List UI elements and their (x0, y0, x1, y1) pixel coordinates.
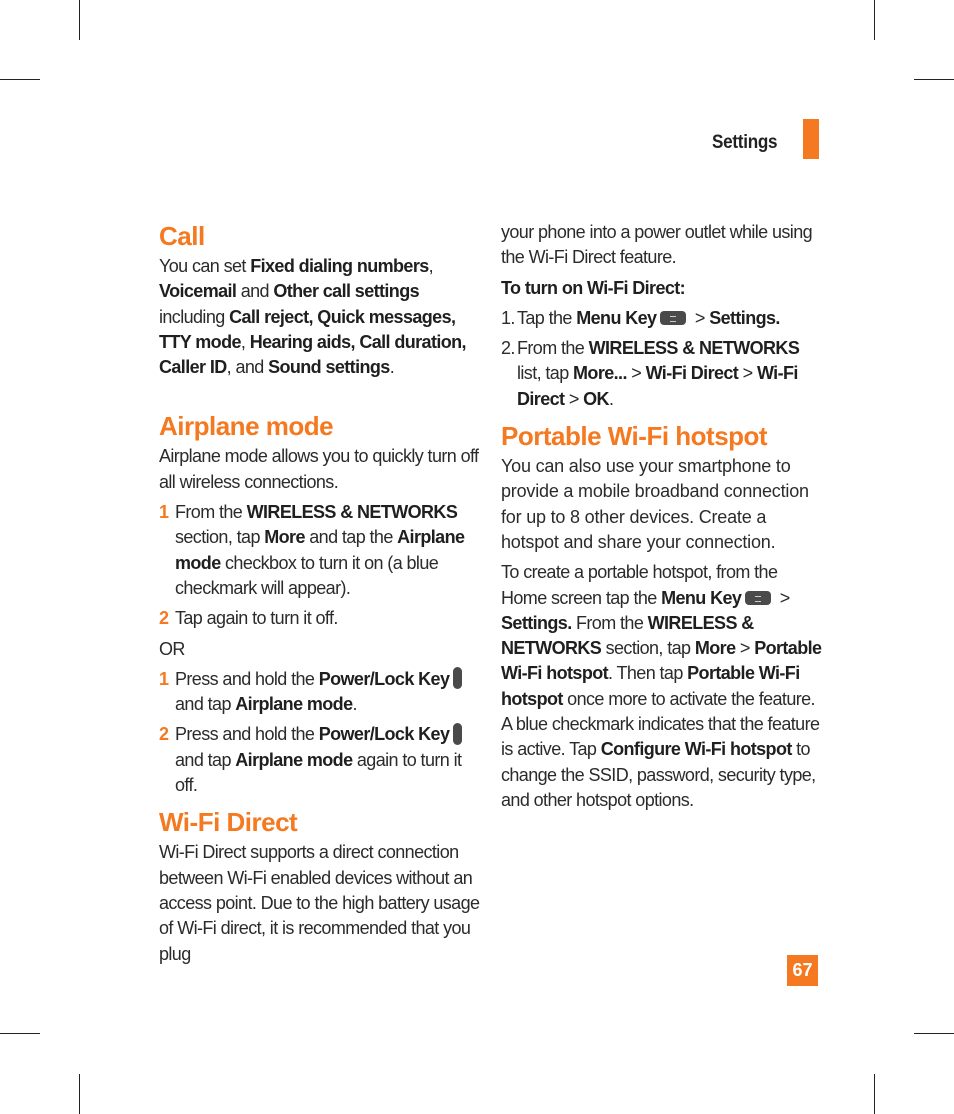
text: Tap again to turn it off. (175, 608, 338, 629)
text: > (775, 587, 791, 608)
bold-text: Sound settings (268, 357, 390, 378)
text: . (608, 388, 614, 409)
left-column: Call You can set Fixed dialing numbers, … (159, 220, 484, 967)
airplane-step-1: 1 From the WIRELESS & NETWORKS section, … (159, 500, 484, 601)
bold-text: Power/Lock Key (318, 668, 450, 689)
text: From the (175, 502, 247, 523)
airplane-step-2: 2 Tap again to turn it off. (159, 606, 484, 631)
text: Press and hold the (175, 724, 319, 745)
power-key-icon (453, 667, 463, 690)
page-number: 67 (787, 955, 818, 986)
step-number: 1 (159, 502, 169, 523)
crop-mark (79, 0, 80, 40)
text: section, tap (601, 638, 695, 659)
right-column: your phone into a power outlet while usi… (501, 220, 826, 813)
bold-text: Other call settings (273, 281, 420, 302)
menu-key-icon (745, 590, 772, 605)
hotspot-intro: You can also use your smartphone to prov… (501, 456, 809, 552)
wifi-direct-step-2: 2. From the WIRELESS & NETWORKS list, ta… (501, 336, 826, 412)
hotspot-section: Portable Wi-Fi hotspot You can also use … (501, 420, 826, 813)
text: section, tap (175, 527, 265, 548)
crop-mark (874, 1074, 875, 1114)
text: > (690, 307, 710, 328)
bold-text: Voicemail (159, 281, 237, 302)
bold-text: Configure Wi-Fi hotspot (600, 739, 793, 760)
section-tab-marker (803, 119, 819, 159)
text: From the (571, 612, 648, 633)
step-number: 1. (501, 307, 515, 328)
wifi-direct-heading: Wi-Fi Direct (159, 807, 298, 838)
wifi-direct-body: Wi-Fi Direct supports a direct connectio… (159, 842, 480, 964)
text: , and (226, 357, 269, 378)
bold-text: More (694, 638, 736, 659)
wifi-direct-step-1: 1. Tap the Menu Key > Settings. (501, 306, 826, 331)
airplane-heading: Airplane mode (159, 411, 334, 442)
text: > (564, 388, 584, 409)
text: . (389, 357, 395, 378)
wifi-direct-section: Wi-Fi Direct Wi-Fi Direct supports a dir… (159, 806, 484, 966)
text: From the (517, 338, 589, 359)
text: , (240, 331, 250, 352)
text: Press and hold the (175, 668, 319, 689)
hotspot-instructions: To create a portable hotspot, from the H… (501, 560, 826, 813)
call-section: Call You can set Fixed dialing numbers, … (159, 220, 484, 380)
text: , (428, 256, 434, 276)
text: and tap the (304, 527, 398, 548)
text: . Then tap (608, 663, 688, 684)
crop-mark (0, 79, 40, 80)
hotspot-heading: Portable Wi-Fi hotspot (501, 421, 768, 452)
bold-text: More... (573, 363, 627, 384)
bold-text: Settings. (709, 307, 780, 328)
text: Tap the (517, 307, 577, 328)
text: . (352, 694, 358, 715)
turn-on-heading: To turn on Wi-Fi Direct: (501, 277, 686, 298)
airplane-alt-step-1: 1 Press and hold the Power/Lock Key and … (159, 667, 484, 718)
crop-mark (914, 1033, 954, 1034)
text: including (159, 306, 230, 327)
crop-mark (914, 79, 954, 80)
step-number: 2 (159, 724, 169, 745)
text: > (626, 363, 646, 384)
section-header: Settings (712, 132, 778, 153)
text: You can set (159, 256, 251, 276)
bold-text: Airplane mode (235, 749, 353, 770)
bold-text: WIRELESS & NETWORKS (246, 502, 458, 523)
call-body: You can set Fixed dialing numbers, Voice… (159, 254, 484, 380)
airplane-alt-step-2: 2 Press and hold the Power/Lock Key and … (159, 722, 484, 798)
bold-text: Fixed dialing numbers (250, 256, 429, 276)
bold-text: WIRELESS & NETWORKS (588, 338, 800, 359)
bold-text: Menu Key (576, 307, 657, 328)
wifi-direct-continued: your phone into a power outlet while usi… (501, 222, 813, 268)
text: and (236, 281, 274, 302)
airplane-intro: Airplane mode allows you to quickly turn… (159, 446, 479, 492)
bold-text: Airplane mode (235, 694, 353, 715)
crop-mark (0, 1033, 40, 1034)
bold-text: Power/Lock Key (318, 724, 450, 745)
call-heading: Call (159, 221, 205, 251)
step-number: 2 (159, 608, 169, 629)
bold-text: More (264, 527, 305, 548)
bold-text: Wi-Fi Direct (645, 363, 739, 384)
menu-key-icon (660, 311, 687, 326)
text: > (738, 363, 757, 384)
crop-mark (874, 0, 875, 40)
step-number: 2. (501, 338, 515, 359)
power-key-icon (453, 722, 463, 745)
text: and tap (175, 694, 236, 715)
bold-text: Settings. (501, 612, 572, 633)
text: > (735, 638, 755, 659)
bold-text: OK (583, 388, 609, 409)
text: list, tap (517, 363, 574, 384)
crop-mark (79, 1074, 80, 1114)
step-number: 1 (159, 668, 169, 689)
airplane-section: Airplane mode Airplane mode allows you t… (159, 410, 484, 798)
bold-text: Menu Key (661, 587, 742, 608)
text: and tap (175, 749, 236, 770)
or-separator: OR (159, 638, 185, 659)
